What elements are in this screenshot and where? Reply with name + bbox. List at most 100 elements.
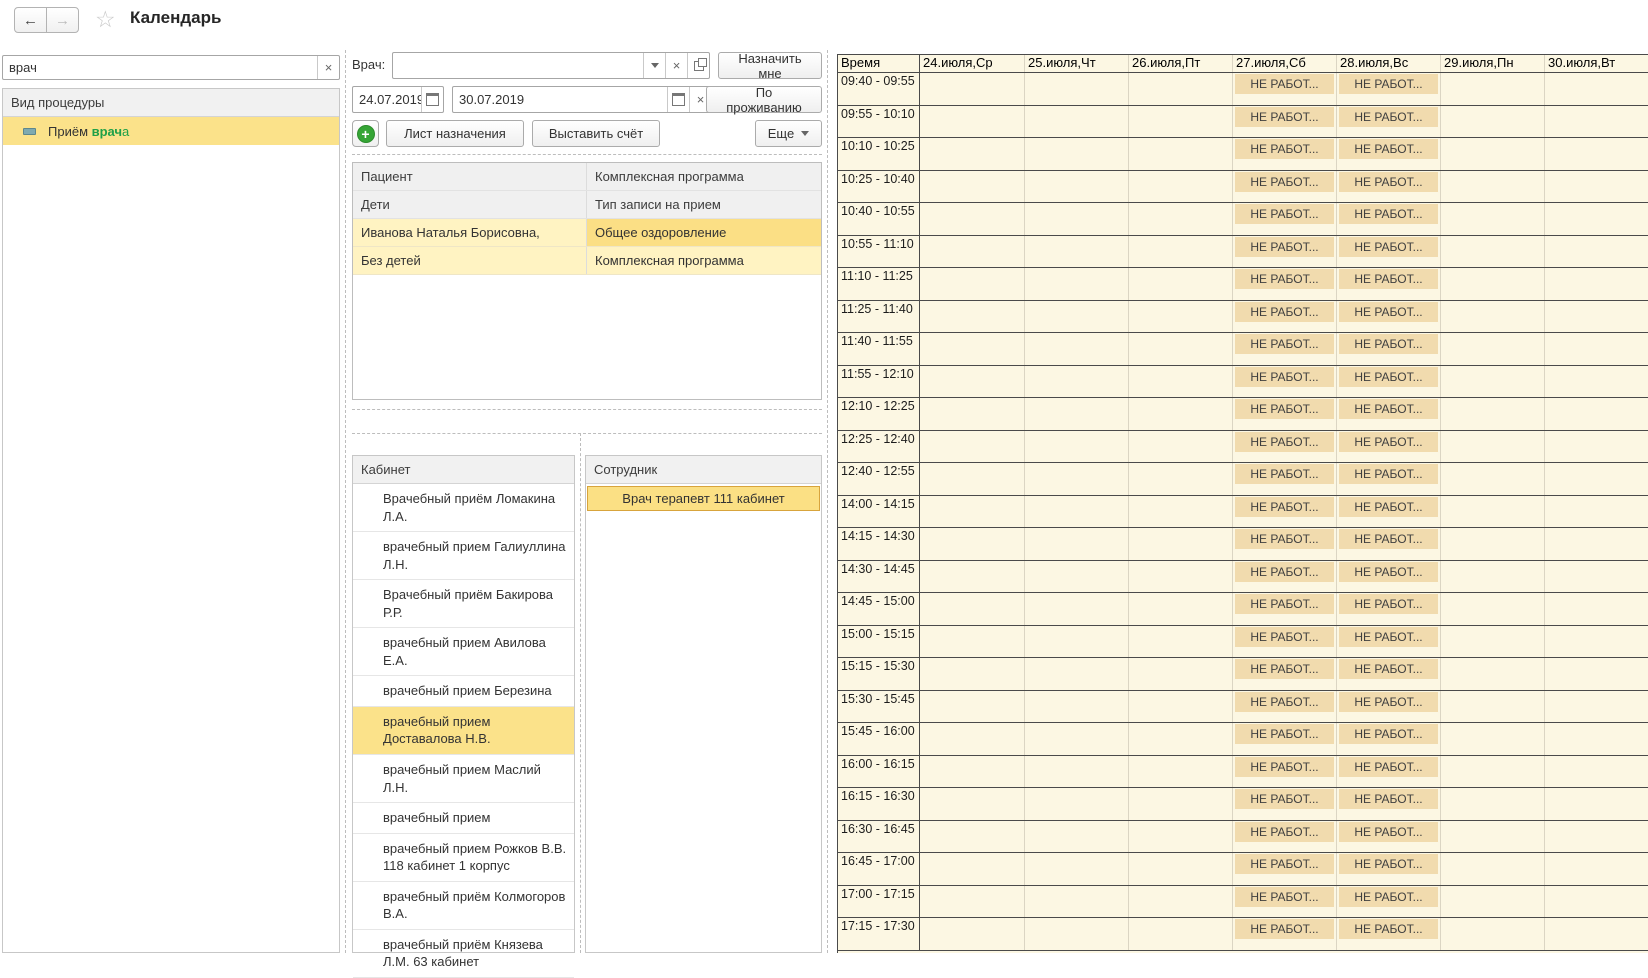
closed-slot-block[interactable]: НЕ РАБОТ... <box>1339 464 1438 484</box>
calendar-cell[interactable] <box>1544 301 1648 333</box>
calendar-cell[interactable] <box>1024 821 1128 853</box>
calendar-cell[interactable] <box>1544 236 1648 268</box>
calendar-cell[interactable] <box>1544 73 1648 105</box>
cabinet-list-item[interactable]: врачебный прием Авилова Е.А. <box>353 628 574 676</box>
calendar-cell[interactable] <box>920 268 1024 300</box>
calendar-cell[interactable] <box>1544 853 1648 885</box>
calendar-cell[interactable] <box>1440 626 1544 658</box>
closed-slot-block[interactable]: НЕ РАБОТ... <box>1339 854 1438 874</box>
calendar-cell[interactable] <box>1024 431 1128 463</box>
calendar-cell[interactable]: НЕ РАБОТ... <box>1232 886 1336 918</box>
calendar-cell[interactable]: НЕ РАБОТ... <box>1232 561 1336 593</box>
calendar-cell[interactable] <box>1128 756 1232 788</box>
closed-slot-block[interactable]: НЕ РАБОТ... <box>1235 627 1334 647</box>
calendar-cell[interactable] <box>1024 528 1128 560</box>
closed-slot-block[interactable]: НЕ РАБОТ... <box>1235 172 1334 192</box>
calendar-cell[interactable] <box>1544 138 1648 170</box>
calendar-cell[interactable] <box>1440 203 1544 235</box>
calendar-cell[interactable] <box>920 821 1024 853</box>
closed-slot-block[interactable]: НЕ РАБОТ... <box>1339 302 1438 322</box>
closed-slot-block[interactable]: НЕ РАБОТ... <box>1235 367 1334 387</box>
calendar-cell[interactable]: НЕ РАБОТ... <box>1336 886 1440 918</box>
calendar-cell[interactable] <box>1128 463 1232 495</box>
calendar-cell[interactable] <box>1024 723 1128 755</box>
calendar-cell[interactable] <box>1128 138 1232 170</box>
calendar-cell[interactable] <box>1128 691 1232 723</box>
calendar-cell[interactable] <box>1544 431 1648 463</box>
calendar-cell[interactable]: НЕ РАБОТ... <box>1336 73 1440 105</box>
closed-slot-block[interactable]: НЕ РАБОТ... <box>1339 269 1438 289</box>
calendar-cell[interactable]: НЕ РАБОТ... <box>1336 496 1440 528</box>
calendar-cell[interactable] <box>1024 756 1128 788</box>
closed-slot-block[interactable]: НЕ РАБОТ... <box>1235 919 1334 939</box>
calendar-cell[interactable] <box>1440 691 1544 723</box>
calendar-cell[interactable] <box>920 463 1024 495</box>
calendar-cell[interactable] <box>1024 886 1128 918</box>
cabinet-list-item[interactable]: Врачебный приём Ломакина Л.А. <box>353 484 574 532</box>
calendar-cell[interactable] <box>920 398 1024 430</box>
calendar-cell[interactable]: НЕ РАБОТ... <box>1232 821 1336 853</box>
calendar-cell[interactable] <box>1128 886 1232 918</box>
calendar-cell[interactable]: НЕ РАБОТ... <box>1336 138 1440 170</box>
calendar-cell[interactable] <box>1024 788 1128 820</box>
calendar-cell[interactable] <box>1440 463 1544 495</box>
calendar-cell[interactable] <box>1024 593 1128 625</box>
calendar-cell[interactable]: НЕ РАБОТ... <box>1336 236 1440 268</box>
calendar-cell[interactable]: НЕ РАБОТ... <box>1232 593 1336 625</box>
calendar-cell[interactable] <box>1544 756 1648 788</box>
calendar-cell[interactable] <box>1024 106 1128 138</box>
closed-slot-block[interactable]: НЕ РАБОТ... <box>1235 432 1334 452</box>
calendar-cell[interactable] <box>1440 301 1544 333</box>
closed-slot-block[interactable]: НЕ РАБОТ... <box>1339 107 1438 127</box>
calendar-cell[interactable] <box>1024 236 1128 268</box>
closed-slot-block[interactable]: НЕ РАБОТ... <box>1235 399 1334 419</box>
closed-slot-block[interactable]: НЕ РАБОТ... <box>1339 367 1438 387</box>
calendar-cell[interactable] <box>1544 788 1648 820</box>
calendar-cell[interactable] <box>920 918 1024 950</box>
calendar-cell[interactable] <box>1024 268 1128 300</box>
calendar-cell[interactable] <box>1128 853 1232 885</box>
calendar-cell[interactable] <box>1544 658 1648 690</box>
splitter-middle[interactable] <box>827 50 828 953</box>
closed-slot-block[interactable]: НЕ РАБОТ... <box>1339 692 1438 712</box>
calendar-cell[interactable] <box>920 431 1024 463</box>
appointment-sheet-button[interactable]: Лист назначения <box>386 120 524 147</box>
calendar-cell[interactable] <box>920 138 1024 170</box>
closed-slot-block[interactable]: НЕ РАБОТ... <box>1339 822 1438 842</box>
closed-slot-block[interactable]: НЕ РАБОТ... <box>1235 204 1334 224</box>
closed-slot-block[interactable]: НЕ РАБОТ... <box>1339 497 1438 517</box>
calendar-cell[interactable] <box>1128 268 1232 300</box>
calendar-cell[interactable] <box>920 73 1024 105</box>
calendar-cell[interactable] <box>920 106 1024 138</box>
calendar-cell[interactable] <box>1024 658 1128 690</box>
calendar-cell[interactable] <box>920 723 1024 755</box>
cabinet-list-item[interactable]: Врачебный приём Бакирова Р.Р. <box>353 580 574 628</box>
calendar-cell[interactable]: НЕ РАБОТ... <box>1232 918 1336 950</box>
cabinet-list-item[interactable]: врачебный прием Рожков В.В. 118 кабинет … <box>353 834 574 882</box>
back-button[interactable]: ← <box>14 7 47 33</box>
calendar-cell[interactable] <box>1128 106 1232 138</box>
tree-collapse-icon[interactable] <box>23 128 36 135</box>
calendar-cell[interactable]: НЕ РАБОТ... <box>1336 398 1440 430</box>
calendar-cell[interactable] <box>1128 333 1232 365</box>
closed-slot-block[interactable]: НЕ РАБОТ... <box>1235 497 1334 517</box>
closed-slot-block[interactable]: НЕ РАБОТ... <box>1235 659 1334 679</box>
splitter-above-lists[interactable] <box>352 433 822 434</box>
calendar-cell[interactable]: НЕ РАБОТ... <box>1232 268 1336 300</box>
closed-slot-block[interactable]: НЕ РАБОТ... <box>1235 854 1334 874</box>
cabinet-list-item[interactable]: врачебный прием Галиуллина Л.Н. <box>353 532 574 580</box>
calendar-cell[interactable]: НЕ РАБОТ... <box>1232 301 1336 333</box>
closed-slot-block[interactable]: НЕ РАБОТ... <box>1235 334 1334 354</box>
closed-slot-block[interactable]: НЕ РАБОТ... <box>1235 789 1334 809</box>
calendar-cell[interactable]: НЕ РАБОТ... <box>1232 138 1336 170</box>
calendar-cell[interactable] <box>1544 366 1648 398</box>
calendar-cell[interactable] <box>1544 886 1648 918</box>
closed-slot-block[interactable]: НЕ РАБОТ... <box>1235 74 1334 94</box>
calendar-cell[interactable] <box>920 788 1024 820</box>
calendar-cell[interactable] <box>1440 73 1544 105</box>
calendar-cell[interactable] <box>1440 496 1544 528</box>
calendar-cell[interactable]: НЕ РАБОТ... <box>1336 301 1440 333</box>
closed-slot-block[interactable]: НЕ РАБОТ... <box>1235 594 1334 614</box>
calendar-cell[interactable] <box>1024 138 1128 170</box>
cabinet-list-item[interactable]: врачебный прием Доставалова Н.В. <box>353 707 574 755</box>
